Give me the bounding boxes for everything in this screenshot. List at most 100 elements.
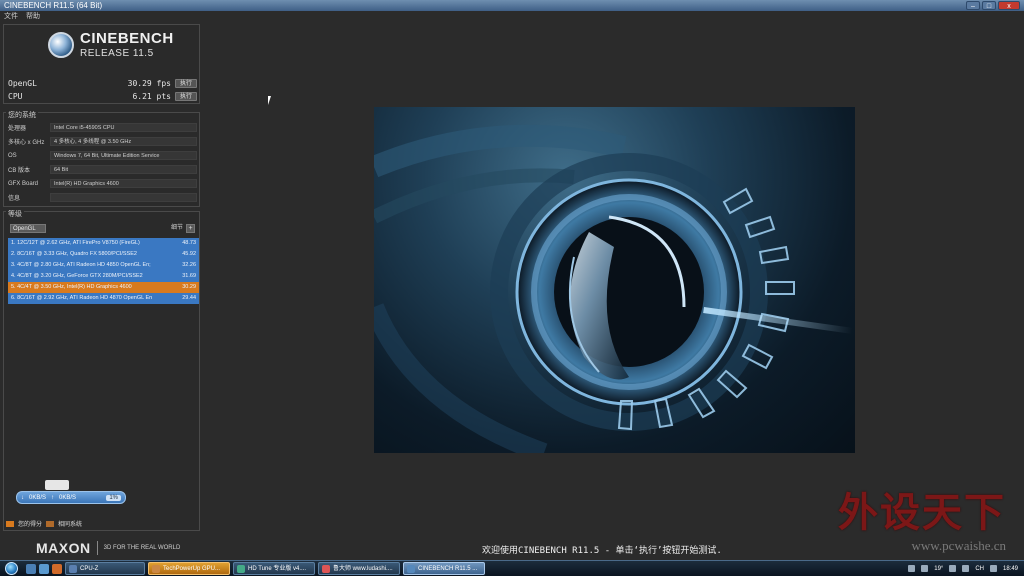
- input-language[interactable]: CH: [975, 566, 984, 572]
- ranking-item[interactable]: 1. 12C/12T @ 2.62 GHz, ATI FirePro V8750…: [8, 238, 199, 249]
- media-player-icon[interactable]: [52, 563, 62, 574]
- maxon-logo: MAXON 3D FOR THE REAL WORLD: [36, 540, 180, 556]
- tray-icon[interactable]: [949, 565, 957, 572]
- network-speed-widget[interactable]: ↓ 0KB/S ↑ 0KB/S 1%: [16, 491, 126, 504]
- tray-icon[interactable]: [908, 565, 916, 572]
- system-key: 信息: [8, 196, 21, 202]
- identical-system-swatch: [46, 520, 55, 527]
- close-button[interactable]: x: [998, 1, 1020, 10]
- ranking-item-score: 31.69: [182, 273, 196, 280]
- watermark-text: 外设天下: [838, 491, 1006, 535]
- ranking-item-score: 32.26: [182, 262, 196, 269]
- tray-icon[interactable]: [921, 565, 929, 572]
- taskbar-task-cpuz[interactable]: CPU-Z: [65, 562, 145, 575]
- ranking-item-text: 1. 12C/12T @ 2.62 GHz, ATI FirePro V8750…: [11, 240, 140, 247]
- system-row-cb-version: CB 版本 64 Bit: [8, 164, 197, 175]
- opengl-value: 30.29 fps: [127, 78, 171, 88]
- ranking-item-text: 6. 8C/16T @ 2.92 GHz, ATI Radeon HD 4870…: [11, 295, 153, 302]
- system-value: Windows 7, 64 Bit, Ultimate Edition Serv…: [50, 151, 197, 160]
- taskbar-task-gpuz[interactable]: TechPowerUp GPU...: [148, 562, 230, 575]
- site-watermark: 外设天下 www.pcwaishe.cn: [838, 480, 1006, 554]
- render-view: [374, 107, 855, 453]
- system-value: 4 多核心, 4 多线程 @ 3.50 GHz: [50, 137, 197, 146]
- system-value: Intel(R) HD Graphics 4600: [50, 179, 197, 188]
- score-panel: CINEBENCH RELEASE 11.5 OpenGL 30.29 fps …: [3, 24, 200, 104]
- task-label: CINEBENCH R11.5 ...: [418, 566, 478, 572]
- opengl-score-row: OpenGL 30.29 fps 执行: [8, 77, 197, 89]
- logo-name: CINEBENCH: [80, 30, 174, 47]
- upload-arrow-icon: ↑: [51, 494, 55, 501]
- system-key: CB 版本: [8, 168, 31, 174]
- system-key: GFX Board: [8, 180, 39, 187]
- ranking-legend: 您的得分 相同系统: [6, 519, 82, 528]
- ie-icon[interactable]: [39, 563, 49, 574]
- ranking-item-score: 29.44: [182, 295, 196, 302]
- show-desktop-icon[interactable]: [26, 563, 36, 574]
- ranking-list: 1. 12C/12T @ 2.62 GHz, ATI FirePro V8750…: [8, 238, 199, 304]
- your-score-label: 您的得分: [18, 522, 43, 528]
- mouse-cursor: [268, 96, 271, 105]
- download-speed: 0KB/S: [29, 494, 47, 501]
- window-title: CINEBENCH R11.5 (64 Bit): [4, 1, 103, 10]
- network-icon[interactable]: [989, 565, 997, 572]
- render-image: [374, 124, 853, 453]
- ranking-panel: 等级 OpenGL 细节 + 1. 12C/12T @ 2.62 GHz, AT…: [3, 209, 200, 531]
- watermark-url: www.pcwaishe.cn: [911, 538, 1006, 553]
- ranking-item[interactable]: 6. 8C/16T @ 2.92 GHz, ATI Radeon HD 4870…: [8, 293, 199, 304]
- start-button[interactable]: [0, 561, 22, 576]
- cpu-value: 6.21 pts: [132, 91, 171, 101]
- run-opengl-button[interactable]: 执行: [175, 78, 197, 88]
- detail-label: 细节: [170, 225, 183, 231]
- ranking-controls: OpenGL 细节 +: [8, 224, 197, 233]
- tray-temperature: 19°: [934, 565, 944, 572]
- maxon-tagline: 3D FOR THE REAL WORLD: [103, 545, 181, 551]
- system-row-os: OS Windows 7, 64 Bit, Ultimate Edition S…: [8, 150, 197, 161]
- opengl-label: OpenGL: [8, 78, 37, 88]
- system-panel: 您的系统 处理器 Intel Core i5-4590S CPU 多核心 x G…: [3, 110, 200, 207]
- quick-launch: [26, 563, 62, 574]
- ranking-type-dropdown[interactable]: OpenGL: [10, 224, 46, 233]
- network-percent: 1%: [106, 494, 121, 501]
- ranking-item[interactable]: 3. 4C/8T @ 2.80 GHz, ATI Radeon HD 4850 …: [8, 260, 199, 271]
- info-field[interactable]: [50, 193, 197, 202]
- ranking-item-text: 3. 4C/8T @ 2.80 GHz, ATI Radeon HD 4850 …: [11, 262, 151, 269]
- ranking-item-text: 2. 8C/16T @ 3.33 GHz, Quadro FX 5800/PCI…: [11, 251, 137, 258]
- system-key: 多核心 x GHz: [8, 140, 45, 146]
- maximize-button[interactable]: □: [982, 1, 996, 10]
- status-message: 欢迎使用CINEBENCH R11.5 - 单击‘执行’按钮开始测试.: [482, 546, 722, 556]
- detail-expand-button[interactable]: +: [186, 224, 195, 233]
- ranking-item[interactable]: 4. 4C/8T @ 3.20 GHz, GeForce GTX 280M/PC…: [8, 271, 199, 282]
- taskbar-task-hdtune[interactable]: HD Tune 专业版 v4....: [233, 562, 315, 575]
- network-monitor-icon: [45, 480, 69, 490]
- ranking-item-text: 4. 4C/8T @ 3.20 GHz, GeForce GTX 280M/PC…: [11, 273, 143, 280]
- system-row-gfx: GFX Board Intel(R) HD Graphics 4600: [8, 178, 197, 189]
- download-arrow-icon: ↓: [21, 494, 24, 501]
- run-cpu-button[interactable]: 执行: [175, 91, 197, 101]
- menu-help[interactable]: 帮助: [26, 11, 40, 22]
- cpu-label: CPU: [8, 91, 23, 101]
- taskbar: CPU-Z TechPowerUp GPU... HD Tune 专业版 v4.…: [0, 560, 1024, 576]
- window-controls: – □ x: [966, 1, 1020, 10]
- taskbar-task-cinebench[interactable]: CINEBENCH R11.5 ...: [403, 562, 485, 575]
- task-label: HD Tune 专业版 v4....: [248, 566, 307, 572]
- ranking-item-score: 45.92: [182, 251, 196, 258]
- menu-file[interactable]: 文件: [4, 11, 18, 22]
- ranking-item[interactable]: 2. 8C/16T @ 3.33 GHz, Quadro FX 5800/PCI…: [8, 249, 199, 260]
- system-title: 您的系统: [6, 110, 38, 120]
- minimize-button[interactable]: –: [966, 1, 980, 10]
- windows-orb-icon: [4, 562, 18, 575]
- volume-icon[interactable]: [962, 565, 970, 572]
- ranking-item[interactable]: 5. 4C/4T @ 3.50 GHz, Intel(R) HD Graphic…: [8, 282, 199, 293]
- ranking-title: 等级: [6, 209, 24, 219]
- clock[interactable]: 18:49: [1003, 566, 1018, 572]
- system-value: 64 Bit: [50, 165, 197, 174]
- cinebench-sphere-icon: [48, 32, 74, 58]
- system-tray: 19° CH 18:49: [908, 565, 1024, 572]
- ranking-item-score: 48.73: [182, 240, 196, 247]
- ranking-item-score: 30.29: [182, 284, 196, 291]
- system-row-cpu: 处理器 Intel Core i5-4590S CPU: [8, 122, 197, 133]
- taskbar-task-ludashi[interactable]: 鲁大师 www.ludashi....: [318, 562, 400, 575]
- task-label: TechPowerUp GPU...: [163, 566, 221, 572]
- upload-speed: 0KB/S: [59, 494, 77, 501]
- system-row-cores: 多核心 x GHz 4 多核心, 4 多线程 @ 3.50 GHz: [8, 136, 197, 147]
